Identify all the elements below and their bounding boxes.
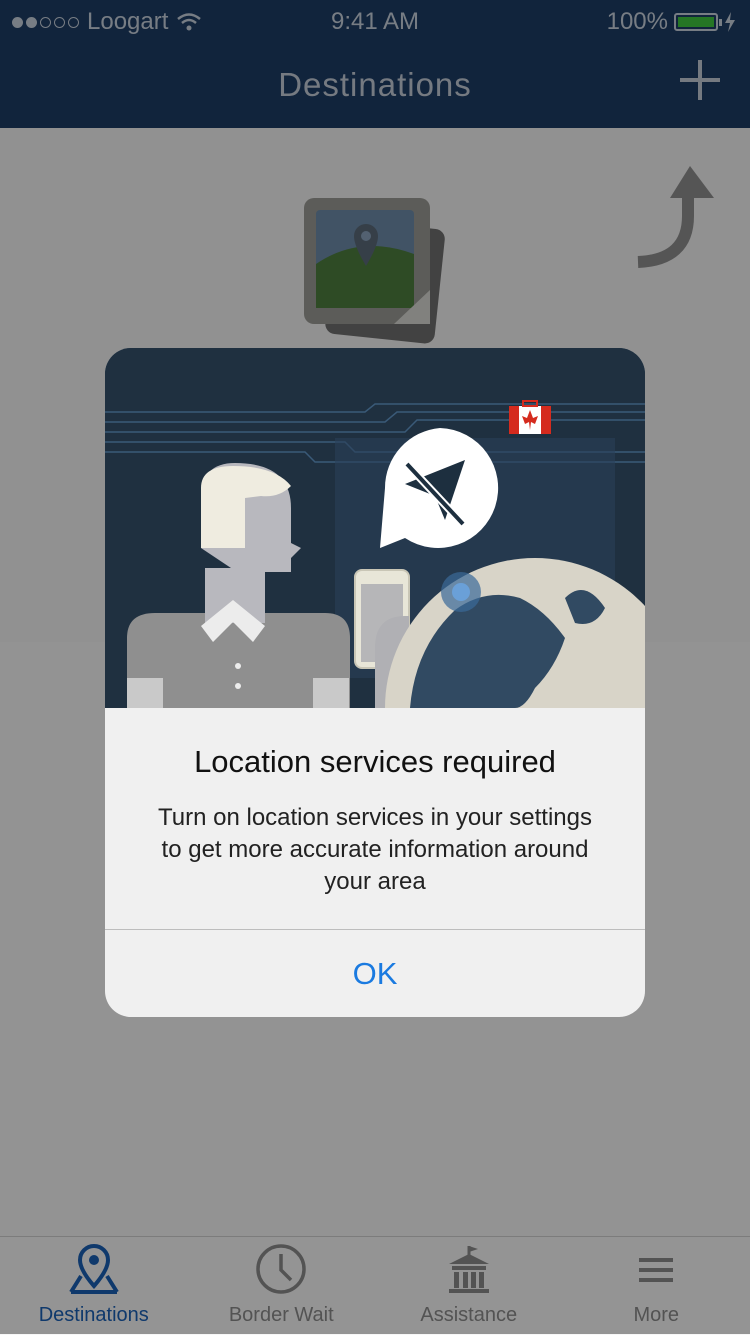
location-illustration: [105, 348, 645, 708]
alert-message: Turn on location services in your settin…: [145, 802, 605, 898]
location-services-alert: Location services required Turn on locat…: [105, 348, 645, 1017]
alert-title: Location services required: [105, 744, 645, 780]
ok-button[interactable]: OK: [105, 930, 645, 1017]
